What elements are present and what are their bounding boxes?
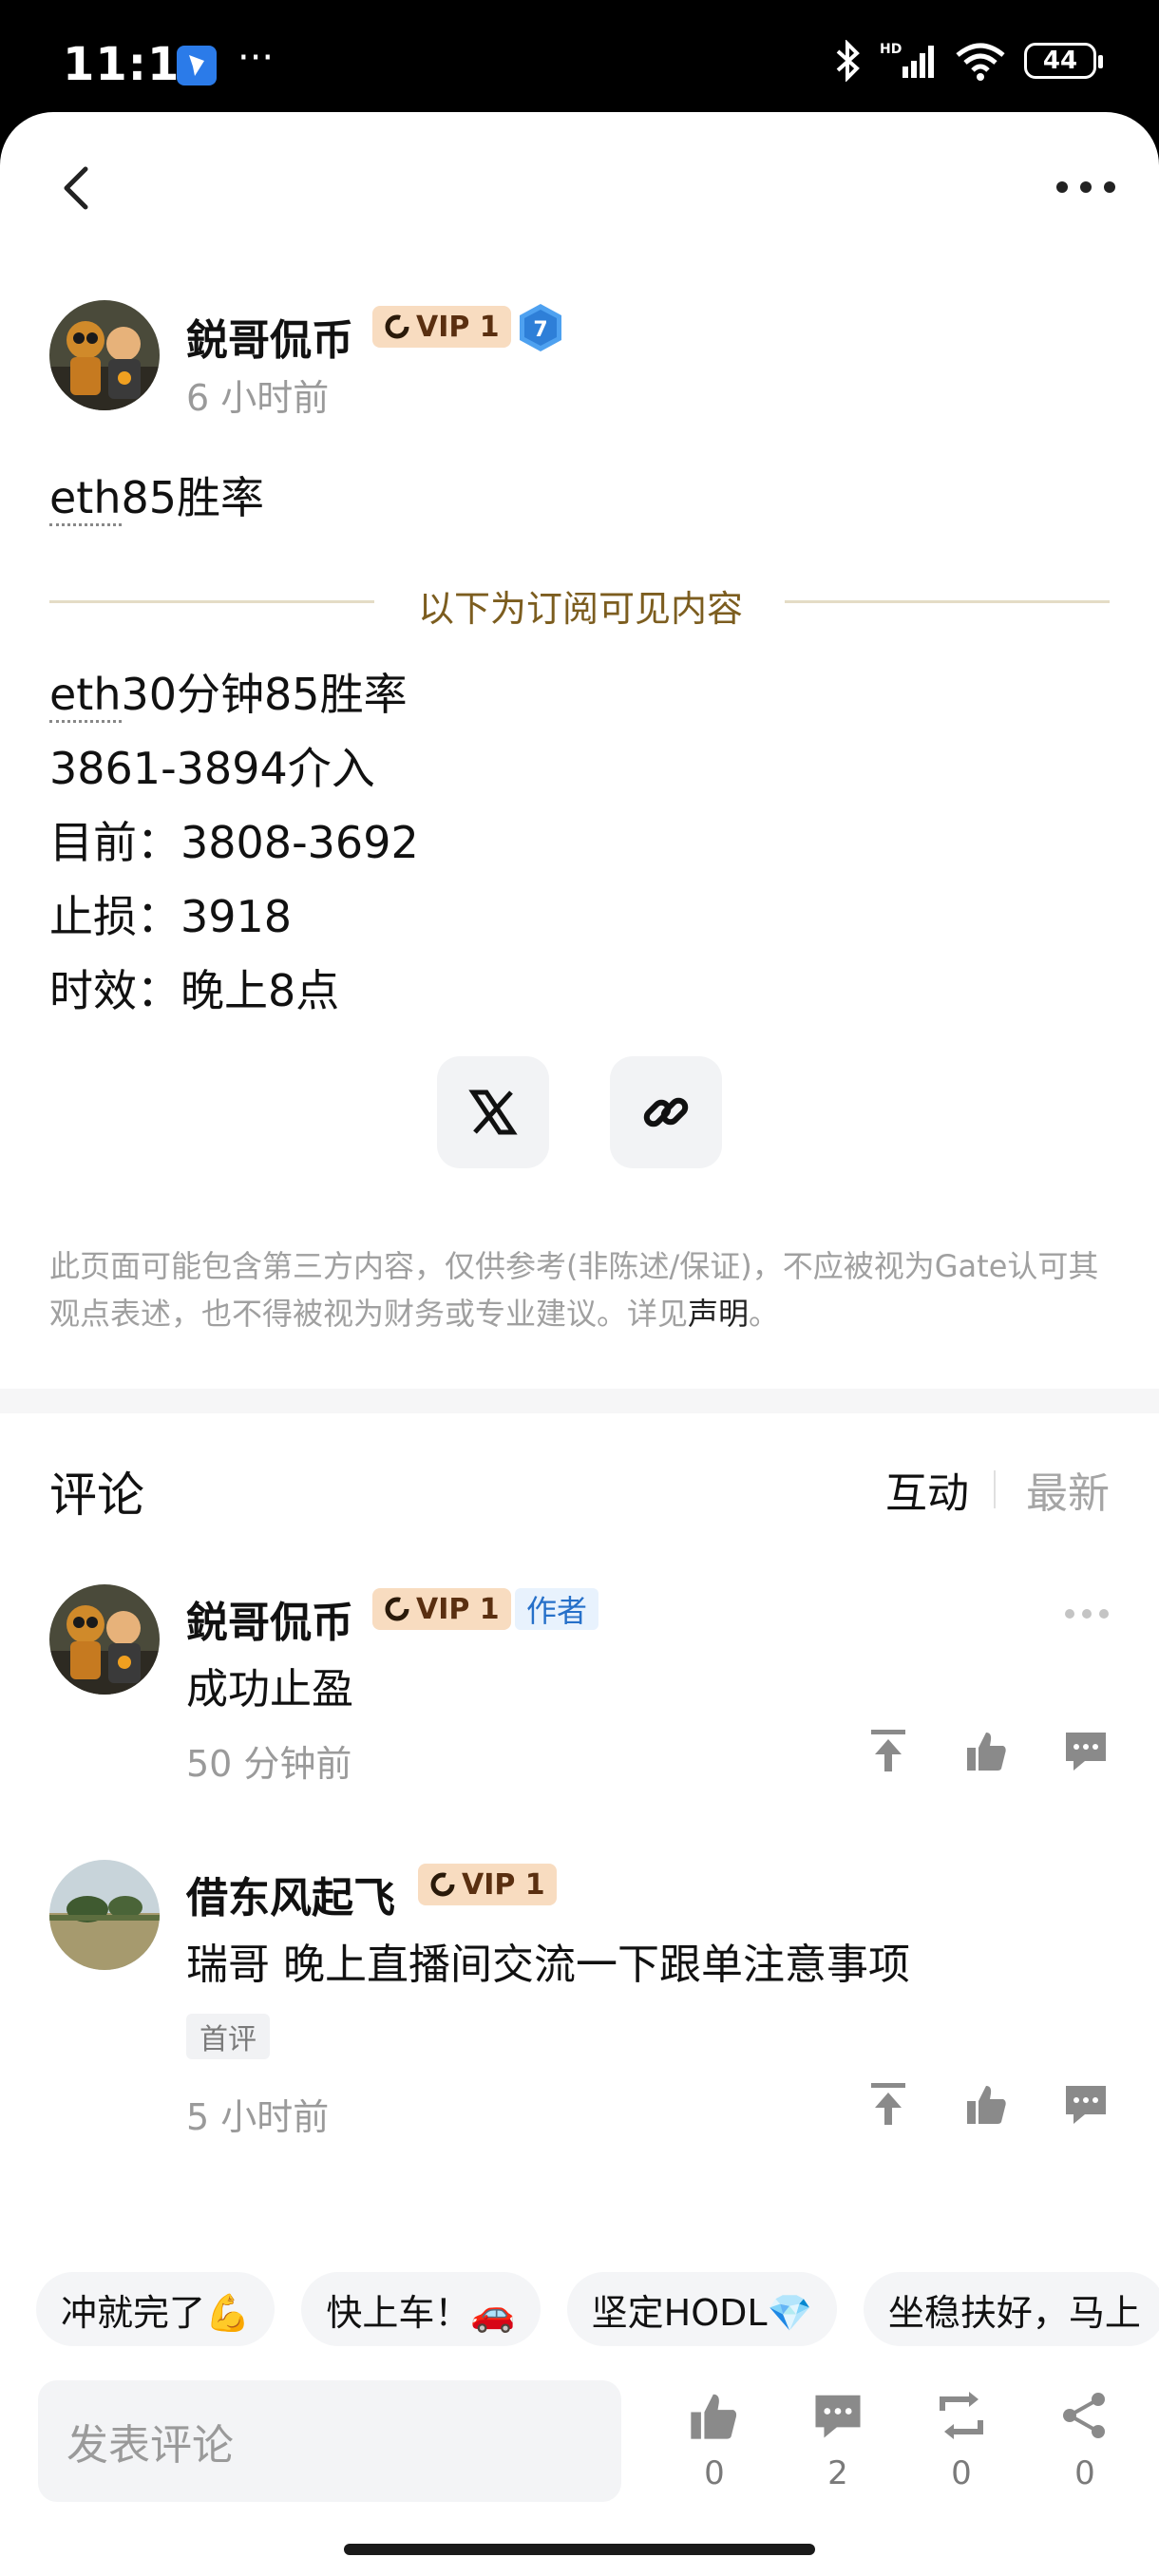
quick-reply-chip[interactable]: 快上车！🚗 [301,2272,541,2346]
comment-text: 成功止盈 [186,1665,353,1714]
content-line-text: 30分钟85胜率 [121,669,408,720]
bottom-action-bar: 发表评论 0 2 0 0 [0,2375,1159,2508]
avatar[interactable] [49,1860,160,1970]
app-notification-icon [177,46,217,85]
author-tag: 作者 [515,1588,599,1630]
like-count: 0 [704,2454,725,2492]
link-icon [643,1097,689,1127]
comment-text: 瑞哥 晚上直播间交流一下跟单注意事项 [186,1941,910,1989]
comments-header: 评论 互动 最新 [49,1451,1110,1527]
quick-reply-chip[interactable]: 冲就完了💪 [36,2272,276,2346]
disclaimer: 此页面可能包含第三方内容，仅供参考(非陈述/保证)，不应被视为Gate认可其观点… [49,1242,1110,1337]
post-detail-sheet: 鋭哥侃币 VIP 1 7 6 小时前 eth85胜率 以下为订阅可见内容 eth… [0,112,1159,2576]
commenter-name[interactable]: 鋭哥侃币 [186,1588,353,1649]
first-comment-badge: 首评 [186,2014,270,2059]
top-nav [0,112,1159,255]
comment-time: 50 分钟前 [186,1743,352,1785]
back-arrow-icon[interactable] [49,160,106,217]
post-content: eth30分钟85胜率 3861-3894介入 目前：3808-3692 止损：… [49,657,419,1028]
share-button[interactable]: 0 [1047,2390,1123,2492]
section-separator [0,1389,1159,1413]
comment-time: 5 小时前 [186,2096,330,2138]
commenter-name[interactable]: 借东风起飞 [186,1864,395,1924]
disclaimer-text: 此页面可能包含第三方内容，仅供参考(非陈述/保证)，不应被视为Gate认可其观点… [49,1248,1099,1332]
post-author: 鋭哥侃币 VIP 1 7 6 小时前 [49,300,1113,419]
quick-replies: 冲就完了💪 快上车！🚗 坚定HODL💎 坐稳扶好，马上 [36,2272,1159,2346]
like-button[interactable]: 0 [676,2390,752,2492]
comment-actions [864,1727,1110,1774]
repost-count: 0 [951,2454,972,2492]
reply-icon[interactable] [1062,2080,1110,2128]
vip-ring-icon [430,1872,455,1897]
divider-line-right [785,600,1110,603]
more-notifications-icon: ··· [238,36,275,80]
cellular-signal-icon: HD [880,42,934,78]
vip-label: VIP 1 [416,1592,500,1626]
share-x-button[interactable] [437,1056,549,1168]
vip-label: VIP 1 [462,1867,545,1902]
content-line: 目前：3808-3692 [49,817,419,868]
comment-count: 2 [827,2454,848,2492]
disclaimer-end: 。 [749,1296,780,1332]
comment-actions [864,2080,1110,2128]
comment-icon [815,2395,861,2438]
status-icons: HD 44 [834,40,1103,82]
post-title: eth85胜率 [49,464,264,526]
subscriber-divider: 以下为订阅可见内容 [49,572,1110,633]
x-logo-icon [468,1089,518,1135]
comment-item: 鋭哥侃币 VIP 1 作者 成功止盈 50 分钟前 [49,1584,1110,1812]
vip-badge: VIP 1 [418,1864,557,1905]
subscriber-divider-text: 以下为订阅可见内容 [417,588,743,630]
more-options-icon[interactable] [1053,173,1119,201]
vip-badge: VIP 1 [372,306,511,348]
pin-top-icon[interactable] [864,2080,912,2128]
like-icon[interactable] [963,2080,1011,2128]
post-title-rest: 85胜率 [121,472,265,523]
reply-icon[interactable] [1062,1727,1110,1774]
comment-more-icon[interactable] [1064,1607,1110,1620]
comment-item: 借东风起飞 VIP 1 瑞哥 晚上直播间交流一下跟单注意事项 首评 5 小时前 [49,1860,1110,2145]
status-bar: 11:10 ··· HD 44 [0,0,1159,123]
quick-reply-chip[interactable]: 坚定HODL💎 [566,2272,837,2346]
pin-top-icon[interactable] [864,1727,912,1774]
disclaimer-link[interactable]: 声明 [688,1296,749,1332]
vip-label: VIP 1 [416,310,500,344]
quick-reply-chip[interactable]: 坐稳扶好，马上 [863,2272,1159,2346]
svg-text:HD: HD [880,42,902,57]
comment-input[interactable]: 发表评论 [38,2380,621,2502]
vip-ring-icon [385,314,409,339]
tab-divider [994,1470,996,1508]
share-icon [1063,2393,1105,2438]
battery-level: 44 [1042,47,1078,75]
home-indicator[interactable] [344,2544,815,2555]
author-name[interactable]: 鋭哥侃币 [186,306,353,367]
content-line: 时效：晚上8点 [49,965,340,1016]
like-icon[interactable] [963,1727,1011,1774]
post-time: 6 小时前 [186,377,330,419]
content-line: eth30分钟85胜率 [49,657,419,731]
thumbs-up-icon [691,2394,737,2439]
divider-line-left [49,600,374,603]
comments-title: 评论 [49,1468,144,1523]
vip-badge: VIP 1 [372,1588,511,1630]
wifi-icon [956,43,1005,81]
tab-interaction[interactable]: 互动 [885,1459,969,1520]
avatar[interactable] [49,1584,160,1695]
bluetooth-icon [836,40,860,82]
comment-button[interactable]: 2 [800,2390,876,2492]
copy-link-button[interactable] [610,1056,722,1168]
battery-icon: 44 [1024,43,1103,79]
content-ticker[interactable]: eth [49,669,122,723]
content-line: 止损：3918 [49,891,293,942]
tab-latest[interactable]: 最新 [1026,1459,1110,1520]
vip-ring-icon [385,1597,409,1621]
avatar[interactable] [49,300,160,410]
content-line: 3861-3894介入 [49,743,375,794]
repost-icon [940,2392,983,2439]
level-shield-icon: 7 [520,304,561,351]
share-count: 0 [1074,2454,1095,2492]
repost-button[interactable]: 0 [923,2390,999,2492]
post-title-ticker[interactable]: eth [49,472,122,526]
level-number: 7 [533,318,547,342]
